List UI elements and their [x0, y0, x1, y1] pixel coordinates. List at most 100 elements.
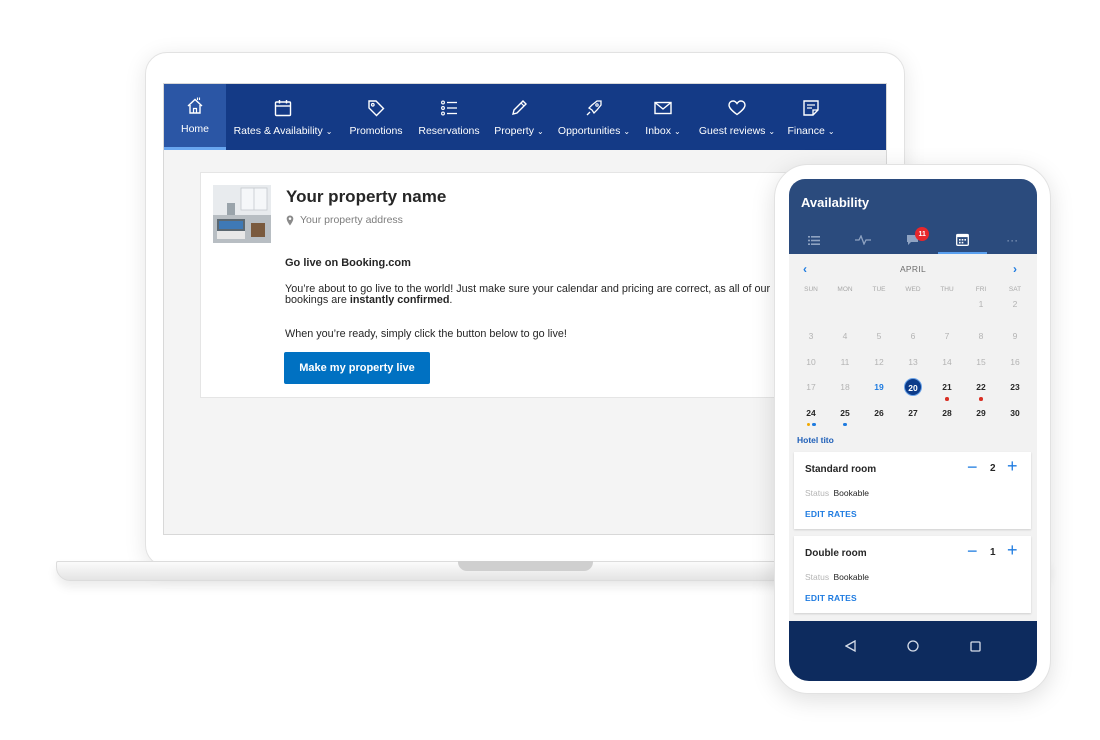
room-status: Status Bookable — [805, 488, 869, 498]
edit-rates-link[interactable]: EDIT RATES — [805, 593, 857, 603]
calendar-day[interactable]: 29 — [964, 402, 998, 428]
property-photo — [213, 185, 271, 243]
calendar-empty-cell — [794, 298, 828, 325]
calendar-day[interactable]: 1 — [964, 298, 998, 325]
more-icon: ··· — [1006, 233, 1019, 247]
nav-reviews[interactable]: Guest reviews ⌄ — [690, 84, 784, 150]
tab-activity[interactable] — [839, 226, 889, 254]
tab-calendar[interactable] — [937, 226, 988, 254]
chevron-down-icon: ⌄ — [536, 126, 544, 136]
calendar-day-number: 25 — [840, 407, 850, 418]
calendar-day-number: 12 — [874, 356, 884, 367]
calendar-day[interactable]: 19 — [862, 376, 896, 402]
calendar-day-number: 11 — [840, 356, 850, 367]
calendar-day[interactable]: 3 — [794, 325, 828, 351]
golive-description: You’re about to go live to the world! Ju… — [285, 284, 785, 306]
nav-label-text: Inbox — [645, 124, 671, 137]
nav-label-text: Home — [180, 123, 209, 135]
tab-list[interactable] — [789, 226, 839, 254]
calendar-day[interactable]: 24 — [794, 402, 828, 428]
nav-inbox[interactable]: Inbox ⌄ — [636, 84, 690, 150]
weekday-header: TUE — [872, 286, 886, 293]
calendar-day[interactable]: 22 — [964, 376, 998, 402]
nav-label: Reservations — [418, 125, 479, 137]
nav-label: Guest reviews ⌄ — [699, 125, 775, 137]
chevron-down-icon: ⌄ — [827, 126, 835, 136]
nav-label: Promotions — [349, 125, 402, 137]
calendar-day[interactable]: 10 — [794, 351, 828, 377]
calendar-day-number: 22 — [976, 382, 986, 392]
nav-label: Inbox ⌄ — [645, 125, 680, 137]
calendar-day[interactable]: 9 — [998, 325, 1032, 351]
next-month-button[interactable]: › — [1013, 262, 1017, 276]
room-quantity: 1 — [990, 547, 996, 558]
calendar-empty-cell — [930, 298, 964, 325]
nav-rates[interactable]: Rates & Availability ⌄ — [226, 84, 340, 150]
calendar-empty-cell — [862, 298, 896, 325]
booking-dot — [843, 422, 847, 426]
home-icon — [185, 96, 205, 116]
edit-rates-link[interactable]: EDIT RATES — [805, 509, 857, 519]
nav-property[interactable]: Property ⌄ — [486, 84, 552, 150]
booking-dot — [812, 422, 816, 426]
calendar-day-number: 5 — [876, 331, 882, 341]
calendar-day[interactable]: 16 — [998, 351, 1032, 377]
hotel-name: Hotel tito — [797, 435, 834, 445]
calendar-day[interactable]: 15 — [964, 351, 998, 377]
calendar-day-number: 27 — [908, 407, 918, 418]
calendar-day[interactable]: 7 — [930, 325, 964, 351]
weekday-header: SUN — [804, 286, 818, 293]
make-property-live-button[interactable]: Make my property live — [284, 352, 430, 384]
calendar-day[interactable]: 23 — [998, 376, 1032, 402]
nav-label: Property ⌄ — [494, 125, 543, 137]
nav-promotions[interactable]: Promotions — [340, 84, 412, 150]
decrease-rooms-button[interactable]: − — [967, 457, 978, 478]
tab-messages[interactable]: 11 — [888, 226, 938, 254]
status-value: Bookable — [833, 488, 869, 498]
calendar-day[interactable]: 11 — [828, 351, 862, 377]
booking-indicator — [794, 422, 828, 429]
recents-button[interactable] — [969, 639, 983, 653]
phone-header: Availability 11 ··· — [789, 179, 1037, 254]
calendar-day[interactable]: 14 — [930, 351, 964, 377]
list-icon — [807, 235, 820, 245]
recents-icon — [970, 640, 981, 652]
calendar-day[interactable]: 5 — [862, 325, 896, 351]
calendar-icon — [956, 233, 970, 246]
calendar-day[interactable]: 20 — [896, 376, 930, 402]
calendar-day[interactable]: 13 — [896, 351, 930, 377]
decrease-rooms-button[interactable]: − — [967, 541, 978, 562]
calendar-day[interactable]: 12 — [862, 351, 896, 377]
calendar-day[interactable]: 25 — [828, 402, 862, 428]
nav-home[interactable]: Home — [164, 84, 226, 150]
calendar-day[interactable]: 4 — [828, 325, 862, 351]
calendar-day[interactable]: 2 — [998, 298, 1032, 325]
nav-opportunities[interactable]: Opportunities ⌄ — [552, 84, 636, 150]
nav-reservations[interactable]: Reservations — [412, 84, 486, 150]
calendar-day[interactable]: 8 — [964, 325, 998, 351]
tab-more[interactable]: ··· — [987, 226, 1037, 254]
calendar-day[interactable]: 27 — [896, 402, 930, 428]
home-button[interactable] — [906, 639, 920, 653]
nav-label-text: Guest reviews — [698, 124, 766, 137]
calendar-day[interactable]: 17 — [794, 376, 828, 402]
calendar-day[interactable]: 21 — [930, 376, 964, 402]
golive-text-bold: instantly confirmed — [349, 294, 450, 306]
availability-calendar: ‹ APRIL › SUN MON TUE WED THU FRI SAT 1 2 3 4 5 6 7 8 9… — [789, 254, 1037, 426]
increase-rooms-button[interactable]: + — [1007, 456, 1018, 477]
nav-finance[interactable]: Finance ⌄ — [784, 84, 838, 150]
increase-rooms-button[interactable]: + — [1007, 540, 1018, 561]
back-button[interactable] — [843, 639, 857, 653]
activity-icon — [855, 235, 872, 245]
calendar-day[interactable]: 28 — [930, 402, 964, 428]
calendar-day[interactable]: 18 — [828, 376, 862, 402]
nav-label-text: Promotions — [349, 124, 403, 137]
calendar-day[interactable]: 26 — [862, 402, 896, 428]
calendar-month: APRIL — [899, 264, 927, 274]
calendar-day[interactable]: 6 — [896, 325, 930, 351]
nav-label: Finance ⌄ — [787, 125, 834, 137]
phone-tabs: 11 ··· — [789, 226, 1037, 254]
calendar-day[interactable]: 30 — [998, 402, 1032, 428]
weekday-header: THU — [940, 286, 954, 293]
calendar-day-number: 30 — [1010, 407, 1020, 418]
